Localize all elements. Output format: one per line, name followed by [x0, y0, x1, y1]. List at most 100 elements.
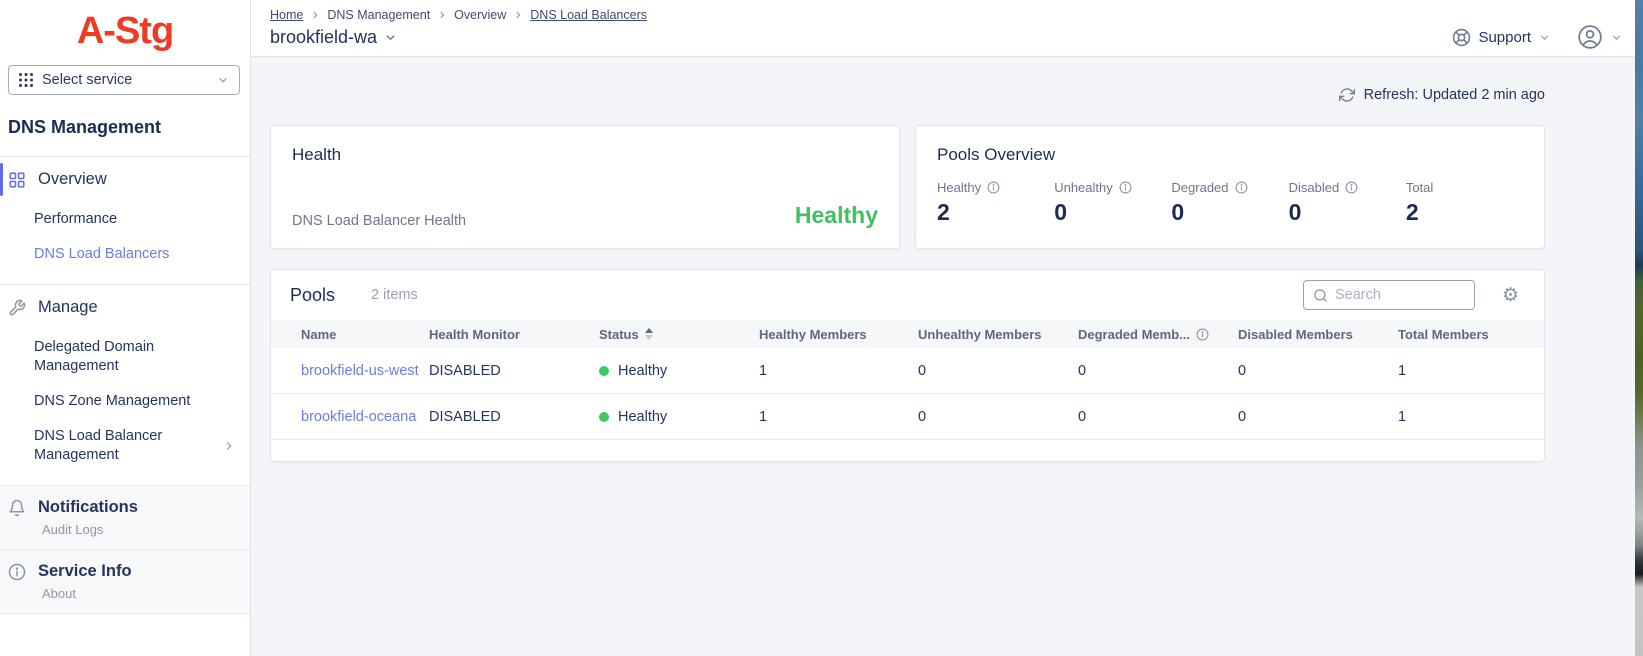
stat-value: 2	[937, 199, 950, 225]
sidebar-item-label: Service Info	[38, 562, 132, 580]
health-monitor-cell: DISABLED	[429, 408, 501, 425]
sidebar-item-label: Overview	[38, 170, 107, 188]
stat-total: Total 2	[1406, 180, 1523, 226]
health-metric: DNS Load Balancer Health Healthy	[292, 202, 878, 229]
chevron-right-icon	[222, 439, 236, 453]
health-card: Health DNS Load Balancer Health Healthy	[270, 125, 900, 249]
pools-overview-title: Pools Overview	[937, 145, 1056, 164]
stat-label: Total	[1405, 180, 1434, 195]
search-input[interactable]	[1334, 287, 1455, 303]
pools-header: Pools 2 items ⚙	[271, 270, 1544, 320]
breadcrumb-dns-load-balancers[interactable]: DNS Load Balancers	[530, 8, 647, 22]
column-label: Degraded Memb...	[1078, 326, 1190, 342]
stat-label: Degraded	[1171, 180, 1229, 195]
account-menu[interactable]	[1577, 24, 1623, 50]
health-metric-label: DNS Load Balancer Health	[292, 213, 467, 229]
sidebar-item-dns-load-balancer-management[interactable]: DNS Load Balancer Management	[0, 419, 250, 473]
sidebar-item-label: Manage	[38, 298, 98, 316]
info-circle-icon	[8, 563, 26, 581]
service-select[interactable]: Select service	[8, 65, 240, 95]
column-header-unhealthy-members[interactable]: Unhealthy Members	[918, 327, 1078, 342]
column-header-name[interactable]: Name	[301, 327, 429, 342]
sidebar-section-service-info: Service Info About	[0, 549, 250, 613]
support-menu[interactable]: Support	[1452, 28, 1551, 47]
breadcrumb-home[interactable]: Home	[270, 8, 303, 22]
column-header-total-members[interactable]: Total Members	[1398, 327, 1544, 342]
breadcrumb-overview[interactable]: Overview	[454, 8, 506, 22]
refresh-label: Refresh: Updated 2 min ago	[1363, 87, 1545, 103]
info-circle-icon[interactable]	[987, 181, 1000, 194]
column-label: Status	[599, 326, 639, 342]
sidebar-item-dns-zone-management[interactable]: DNS Zone Management	[0, 384, 250, 419]
column-header-health-monitor[interactable]: Health Monitor	[429, 327, 599, 342]
chevron-down-icon	[1610, 31, 1623, 44]
breadcrumb-separator-icon	[513, 10, 523, 20]
topbar-right: Support	[1452, 8, 1623, 56]
degraded-members-cell: 0	[1078, 408, 1087, 425]
info-circle-icon[interactable]	[1235, 181, 1248, 194]
degraded-members-cell: 0	[1078, 362, 1087, 379]
status-label: Healthy	[618, 362, 668, 379]
stat-degraded: Degraded 0	[1171, 180, 1288, 226]
chevron-down-icon	[383, 30, 398, 45]
status-cell: Healthy	[599, 363, 759, 379]
total-members-cell: 1	[1398, 362, 1407, 379]
total-members-cell: 1	[1398, 408, 1407, 425]
page-title: brookfield-wa	[270, 27, 378, 47]
pools-table-card: Pools 2 items ⚙ Name Health Monitor	[270, 269, 1545, 462]
top-bar: Home DNS Management Overview DNS Load Ba…	[251, 0, 1643, 57]
breadcrumb: Home DNS Management Overview DNS Load Ba…	[270, 8, 647, 22]
stat-disabled: Disabled 0	[1289, 180, 1406, 226]
sidebar-item-about[interactable]: About	[8, 581, 242, 601]
app-window: A-Stg Select service DNS Management Over…	[0, 0, 1643, 656]
info-circle-icon[interactable]	[1196, 328, 1209, 341]
info-circle-icon[interactable]	[1345, 181, 1358, 194]
refresh-button[interactable]: Refresh: Updated 2 min ago	[1338, 87, 1545, 103]
sidebar-item-performance[interactable]: Performance	[0, 202, 250, 237]
pool-name-link[interactable]: brookfield-oceana	[301, 409, 429, 425]
refresh-icon	[1338, 87, 1355, 103]
breadcrumb-dns-management[interactable]: DNS Management	[327, 8, 430, 22]
pools-item-count: 2 items	[371, 287, 418, 303]
pools-overview-stats: Healthy 2 Unhealthy 0 Degraded 0 Disable…	[937, 180, 1523, 226]
pools-search	[1302, 280, 1475, 310]
pool-name-link[interactable]: brookfield-us-west	[301, 363, 429, 379]
sidebar-section-overview: Overview Performance DNS Load Balancers	[0, 157, 250, 284]
sidebar-item-delegated-domain-management[interactable]: Delegated Domain Management	[0, 330, 190, 384]
stat-value: 0	[1054, 199, 1067, 225]
page-title-dropdown[interactable]: brookfield-wa	[270, 27, 647, 48]
health-metric-value: Healthy	[794, 202, 878, 228]
sidebar-item-service-info[interactable]: Service Info	[8, 562, 242, 581]
main-area: Home DNS Management Overview DNS Load Ba…	[251, 0, 1643, 656]
breadcrumb-separator-icon	[310, 10, 320, 20]
active-indicator	[0, 163, 3, 196]
stat-value: 2	[1405, 199, 1419, 225]
sort-icon	[644, 328, 653, 340]
sidebar-item-label: Notifications	[38, 498, 138, 516]
sidebar-item-manage[interactable]: Manage	[0, 285, 250, 330]
breadcrumb-separator-icon	[437, 10, 447, 20]
sidebar-item-dns-load-balancers[interactable]: DNS Load Balancers	[0, 237, 250, 272]
column-header-degraded-members[interactable]: Degraded Memb...	[1078, 327, 1238, 342]
bell-icon	[8, 499, 26, 517]
column-header-status[interactable]: Status	[599, 327, 759, 342]
divider	[0, 613, 250, 614]
sidebar-item-overview[interactable]: Overview	[0, 157, 250, 202]
info-circle-icon[interactable]	[1119, 181, 1132, 194]
screen-edge-artifact	[1635, 0, 1643, 656]
chevron-down-icon	[216, 73, 230, 87]
column-header-healthy-members[interactable]: Healthy Members	[759, 327, 918, 342]
disabled-members-cell: 0	[1238, 362, 1247, 379]
table-row: brookfield-us-west DISABLED Healthy 1 0 …	[271, 348, 1544, 394]
sidebar-item-audit-logs[interactable]: Audit Logs	[8, 517, 242, 537]
sidebar-section-manage: Manage Delegated Domain Management DNS Z…	[0, 285, 250, 485]
sidebar-item-label: DNS Load Balancer Management	[34, 428, 163, 463]
stat-label: Healthy	[937, 180, 982, 195]
column-header-disabled-members[interactable]: Disabled Members	[1238, 327, 1398, 342]
table-settings-gear-icon[interactable]: ⚙	[1502, 286, 1519, 305]
chevron-down-icon	[1538, 31, 1551, 44]
sidebar-item-notifications[interactable]: Notifications	[8, 498, 242, 517]
stat-healthy: Healthy 2	[937, 180, 1054, 226]
stat-unhealthy: Unhealthy 0	[1054, 180, 1171, 226]
healthy-members-cell: 1	[759, 362, 768, 379]
